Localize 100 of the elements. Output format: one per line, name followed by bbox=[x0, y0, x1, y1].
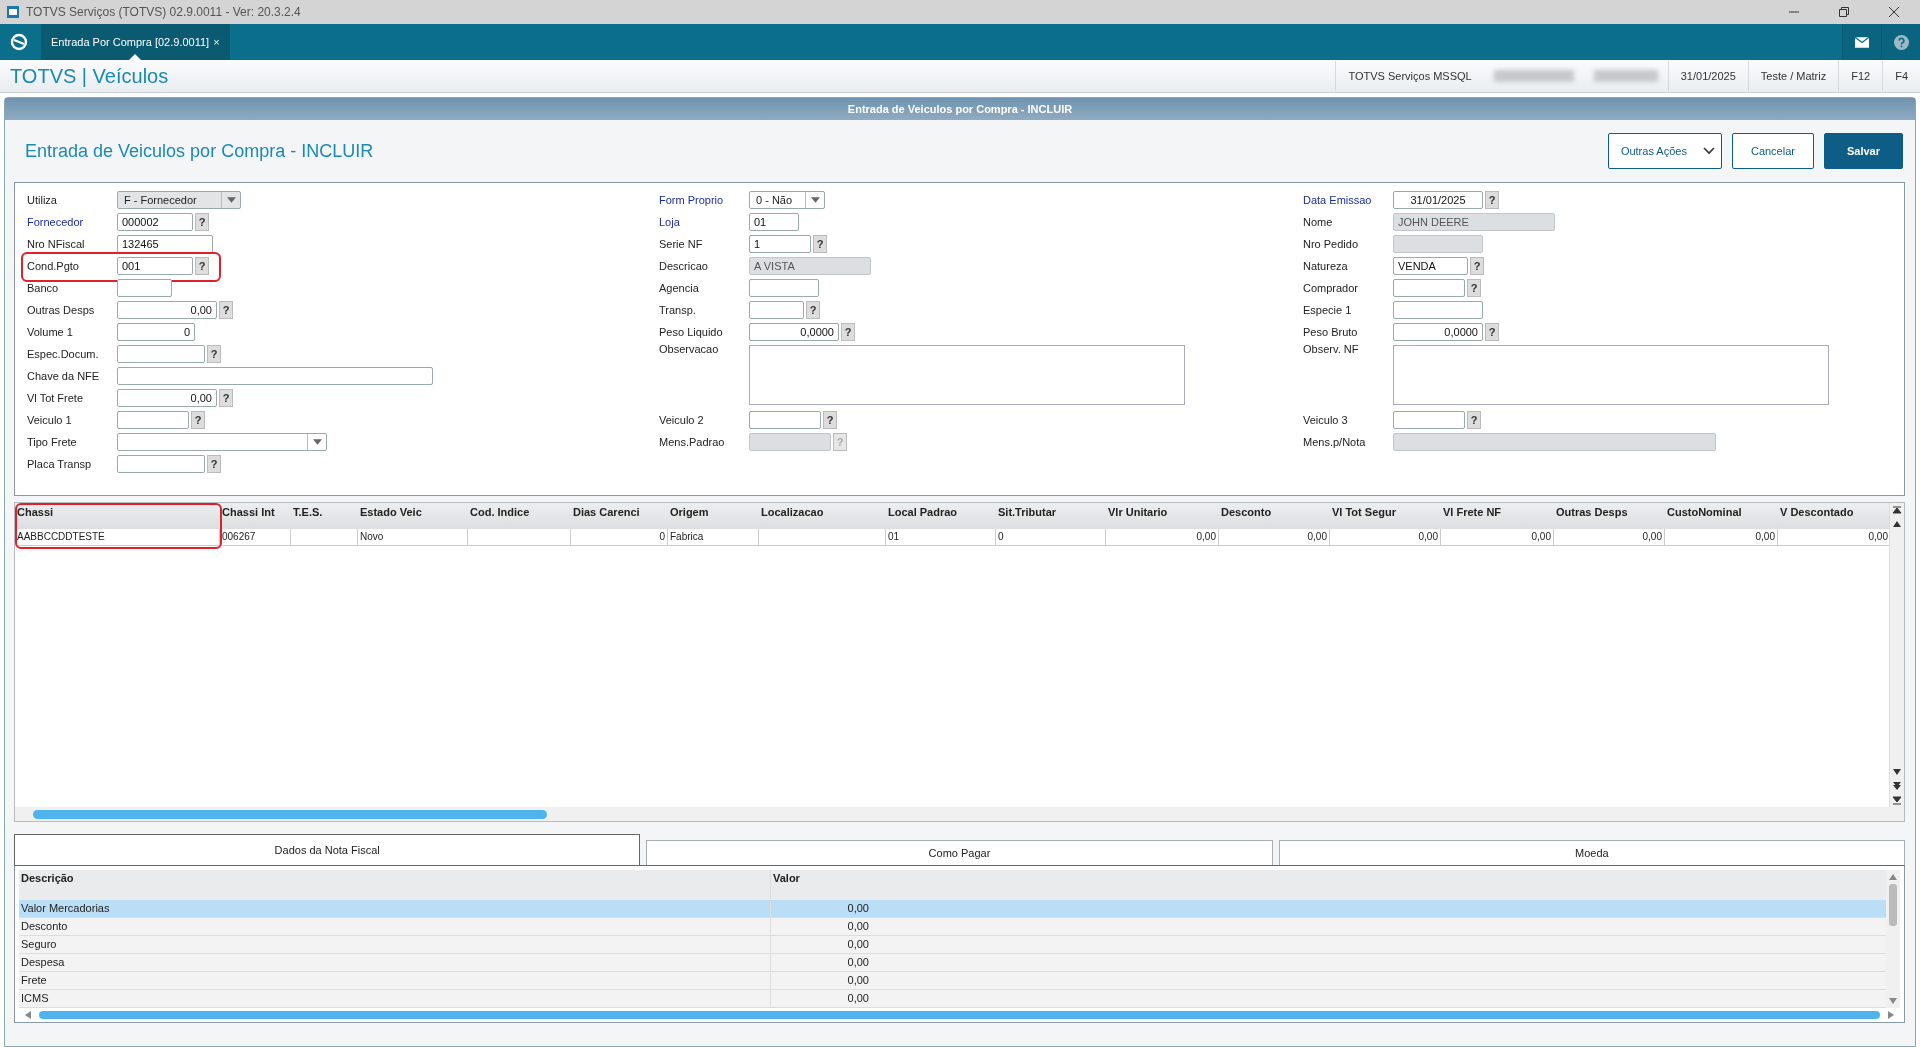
column-header[interactable]: Outras Desps bbox=[1554, 503, 1665, 529]
table-row[interactable]: ICMS 0,00 bbox=[19, 990, 1886, 1008]
lookup-button[interactable]: ? bbox=[1470, 257, 1484, 275]
tab-close-button[interactable]: × bbox=[213, 36, 220, 48]
lookup-button[interactable]: ? bbox=[1467, 411, 1481, 429]
table-row[interactable]: Despesa 0,00 bbox=[19, 954, 1886, 972]
lookup-button[interactable]: ? bbox=[219, 389, 233, 407]
lookup-button[interactable]: ? bbox=[207, 345, 221, 363]
lookup-button[interactable]: ? bbox=[813, 235, 827, 253]
column-header[interactable]: Desconto bbox=[1219, 503, 1330, 529]
column-header[interactable]: Valor bbox=[771, 870, 871, 900]
action-button[interactable]: Cancelar bbox=[1731, 133, 1814, 169]
lookup-button[interactable]: ? bbox=[195, 257, 209, 275]
scroll-bottom-icon[interactable] bbox=[1892, 795, 1902, 805]
input-field[interactable]: 0,0000 bbox=[749, 323, 839, 341]
input-field[interactable]: JOHN DEERE bbox=[1393, 213, 1555, 231]
input-field[interactable] bbox=[749, 279, 819, 297]
input-field[interactable]: 000002 bbox=[117, 213, 193, 231]
scroll-left-icon[interactable] bbox=[23, 1010, 33, 1020]
lookup-button[interactable]: ? bbox=[207, 455, 221, 473]
input-field[interactable]: VENDA bbox=[1393, 257, 1468, 275]
table-row[interactable]: Desconto 0,00 bbox=[19, 918, 1886, 936]
field-label: Loja bbox=[659, 216, 681, 228]
scroll-thumb[interactable] bbox=[1889, 884, 1897, 926]
input-field[interactable] bbox=[1393, 235, 1483, 253]
text-area[interactable] bbox=[749, 345, 1185, 405]
vertical-scrollbar[interactable] bbox=[1889, 503, 1904, 807]
column-header[interactable]: Estado Veic bbox=[358, 503, 468, 529]
table-cell-text: 0,00 bbox=[846, 991, 870, 1006]
input-field[interactable] bbox=[749, 411, 821, 429]
menu-logo-icon[interactable] bbox=[9, 32, 29, 52]
column-header[interactable]: Cod. Indice bbox=[468, 503, 571, 529]
input-field[interactable]: 31/01/2025 bbox=[1393, 191, 1483, 209]
mail-icon[interactable] bbox=[1842, 24, 1881, 60]
column-header[interactable]: Origem bbox=[668, 503, 759, 529]
restore-icon[interactable] bbox=[1838, 6, 1850, 18]
lookup-button[interactable]: ? bbox=[841, 323, 855, 341]
column-header[interactable]: V Descontado bbox=[1778, 503, 1889, 529]
module-tab[interactable]: Entrada Por Compra [02.9.0011] × bbox=[41, 24, 230, 60]
input-field[interactable]: 0,00 bbox=[117, 301, 217, 319]
table-cell: 0,00 bbox=[1441, 529, 1554, 545]
input-field[interactable] bbox=[117, 279, 172, 297]
lookup-button[interactable]: ? bbox=[219, 301, 233, 319]
input-field[interactable] bbox=[117, 345, 205, 363]
input-field[interactable]: A VISTA bbox=[749, 257, 871, 275]
scroll-up-icon[interactable] bbox=[1892, 519, 1902, 529]
lookup-button[interactable]: ? bbox=[823, 411, 837, 429]
input-field[interactable] bbox=[117, 411, 189, 429]
dropdown[interactable] bbox=[117, 433, 327, 451]
input-field[interactable]: 0,00 bbox=[117, 389, 217, 407]
table-row[interactable]: Seguro 0,00 bbox=[19, 936, 1886, 954]
help-icon[interactable] bbox=[1881, 24, 1920, 60]
column-header[interactable]: Sit.Tributar bbox=[996, 503, 1106, 529]
input-field[interactable]: 0,0000 bbox=[1393, 323, 1483, 341]
dropdown[interactable]: F - Fornecedor bbox=[117, 191, 241, 209]
scroll-right-icon[interactable] bbox=[1886, 1010, 1896, 1020]
column-header[interactable]: Vlr Unitario bbox=[1106, 503, 1219, 529]
input-field[interactable]: 001 bbox=[117, 257, 193, 275]
text-area[interactable] bbox=[1393, 345, 1829, 405]
lookup-button[interactable]: ? bbox=[191, 411, 205, 429]
scroll-page-down-icon[interactable] bbox=[1892, 781, 1902, 791]
input-field[interactable] bbox=[749, 433, 831, 451]
input-field[interactable]: 1 bbox=[749, 235, 811, 253]
lookup-button[interactable]: ? bbox=[806, 301, 820, 319]
lookup-button[interactable]: ? bbox=[195, 213, 209, 231]
input-field[interactable]: 0 bbox=[117, 323, 195, 341]
input-field[interactable]: 132465 bbox=[117, 235, 213, 253]
column-header[interactable]: Chassi Int bbox=[220, 503, 291, 529]
input-field[interactable] bbox=[1393, 411, 1465, 429]
section-tab[interactable]: Dados da Nota Fiscal bbox=[14, 834, 641, 865]
column-header[interactable]: Vl Frete NF bbox=[1441, 503, 1554, 529]
lookup-button[interactable]: ? bbox=[1467, 279, 1481, 297]
action-button[interactable]: Salvar bbox=[1823, 133, 1903, 169]
column-header[interactable]: Vl Tot Segur bbox=[1330, 503, 1441, 529]
input-field[interactable]: 01 bbox=[749, 213, 799, 231]
table-row[interactable]: Frete 0,00 bbox=[19, 972, 1886, 990]
lookup-button[interactable]: ? bbox=[1485, 323, 1499, 341]
input-field[interactable] bbox=[117, 367, 433, 385]
input-field[interactable] bbox=[1393, 433, 1716, 451]
column-header[interactable]: Chassi bbox=[15, 503, 220, 529]
table-row[interactable]: Valor Mercadorias 0,00 bbox=[19, 900, 1886, 918]
vertical-scrollbar[interactable] bbox=[1886, 870, 1900, 1008]
scroll-down-icon[interactable] bbox=[1892, 767, 1902, 777]
dropdown[interactable]: 0 - Não bbox=[749, 191, 825, 209]
close-icon[interactable] bbox=[1888, 6, 1900, 18]
column-header[interactable]: Local Padrao bbox=[886, 503, 996, 529]
input-field[interactable] bbox=[117, 455, 205, 473]
column-header[interactable]: Localizacao bbox=[759, 503, 886, 529]
lookup-button[interactable]: ? bbox=[1485, 191, 1499, 209]
column-header[interactable]: CustoNominal bbox=[1665, 503, 1778, 529]
scroll-top-icon[interactable] bbox=[1892, 505, 1902, 515]
input-field[interactable] bbox=[1393, 301, 1483, 319]
column-header[interactable]: Dias Carenci bbox=[571, 503, 668, 529]
input-field[interactable] bbox=[1393, 279, 1465, 297]
input-field[interactable] bbox=[749, 301, 804, 319]
actions-menu-button[interactable]: Outras Ações bbox=[1607, 133, 1722, 169]
horizontal-scrollbar[interactable] bbox=[15, 807, 1904, 821]
section-tab[interactable]: Como Pagar bbox=[646, 840, 1273, 865]
section-tab[interactable]: Moeda bbox=[1278, 840, 1905, 865]
column-header[interactable]: T.E.S. bbox=[291, 503, 358, 529]
